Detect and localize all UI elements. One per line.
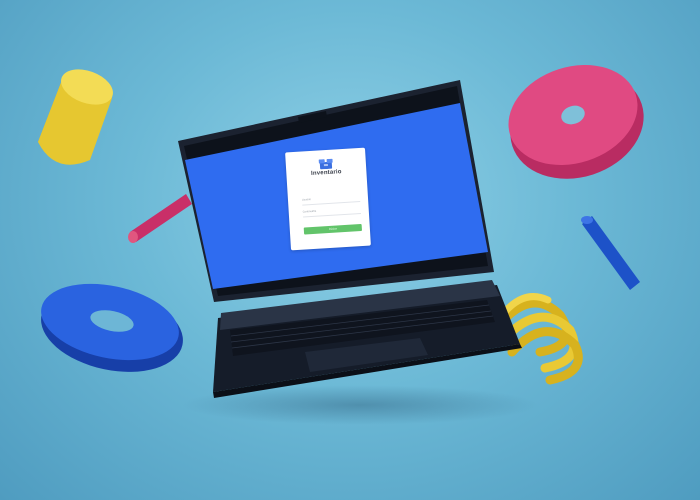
login-card: Inventario Usuario Contraseña Iniciar: [285, 147, 371, 251]
login-button[interactable]: Iniciar: [303, 223, 363, 235]
laptop-base: [213, 280, 522, 398]
username-label: Usuario: [301, 198, 312, 202]
blue-stick: [581, 216, 640, 290]
blue-donut: [41, 283, 183, 372]
app-title: Inventario: [310, 169, 342, 177]
username-field[interactable]: [302, 201, 361, 206]
decorative-scene: [38, 65, 644, 398]
inventory-box-icon: [318, 158, 333, 170]
pink-stick: [128, 194, 192, 243]
password-field[interactable]: [303, 213, 361, 218]
pink-donut: [508, 65, 644, 179]
password-label: Contraseña: [302, 209, 317, 214]
yellow-cylinder: [38, 69, 113, 165]
